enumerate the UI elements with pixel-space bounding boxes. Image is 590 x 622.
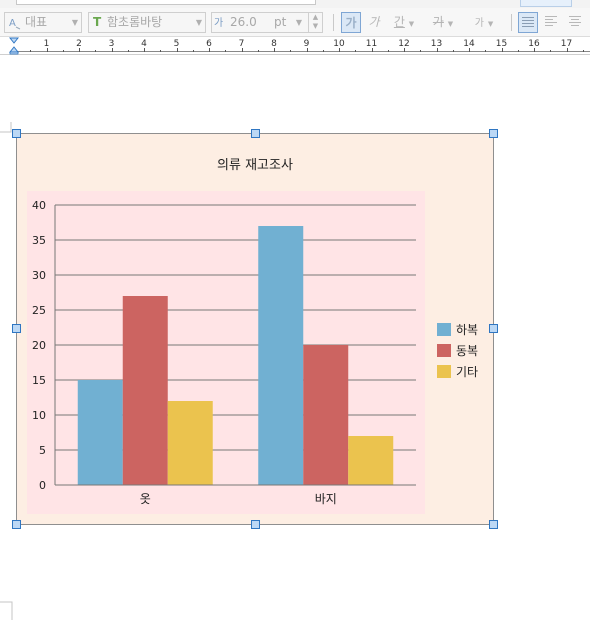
legend-swatch-other	[437, 365, 451, 378]
y-tick-label: 5	[39, 444, 46, 457]
x-tick-label: 바지	[315, 492, 337, 506]
y-tick-label: 40	[32, 199, 46, 212]
bar-chart: 0 5 10 15 20 25 30 35 40 옷 바지	[27, 191, 425, 514]
legend-label-summer: 하복	[456, 323, 479, 337]
legend-item-other: 기타	[437, 361, 478, 382]
bar-1-2	[348, 436, 394, 485]
legend-label-winter: 동복	[456, 344, 479, 358]
resize-handle-top-right[interactable]	[489, 129, 498, 138]
bar-0-2	[167, 401, 213, 485]
resize-handle-middle-right[interactable]	[489, 324, 498, 333]
bar-0-0	[77, 380, 123, 485]
legend-item-summer: 하복	[437, 319, 478, 340]
resize-handle-bottom-right[interactable]	[489, 520, 498, 529]
legend-swatch-summer	[437, 323, 451, 336]
resize-handle-top-left[interactable]	[12, 129, 21, 138]
resize-handle-top-center[interactable]	[251, 129, 260, 138]
bar-1-0	[258, 226, 304, 485]
y-tick-label: 15	[32, 374, 46, 387]
resize-handle-middle-left[interactable]	[12, 324, 21, 333]
y-tick-label: 35	[32, 234, 46, 247]
x-tick-label: 옷	[140, 492, 151, 506]
legend-swatch-winter	[437, 344, 451, 357]
bar-1-1	[303, 345, 349, 485]
chart-legend: 하복 동복 기타	[437, 319, 478, 382]
chart-title: 의류 재고조사	[217, 158, 293, 173]
resize-handle-bottom-left[interactable]	[12, 520, 21, 529]
legend-label-other: 기타	[456, 365, 479, 379]
y-tick-label: 20	[32, 339, 46, 352]
y-tick-label: 0	[39, 479, 46, 492]
y-tick-label: 10	[32, 409, 46, 422]
y-tick-label: 25	[32, 304, 46, 317]
resize-handle-bottom-center[interactable]	[251, 520, 260, 529]
legend-item-winter: 동복	[437, 340, 478, 361]
bar-0-1	[122, 296, 168, 485]
y-tick-label: 30	[32, 269, 46, 282]
